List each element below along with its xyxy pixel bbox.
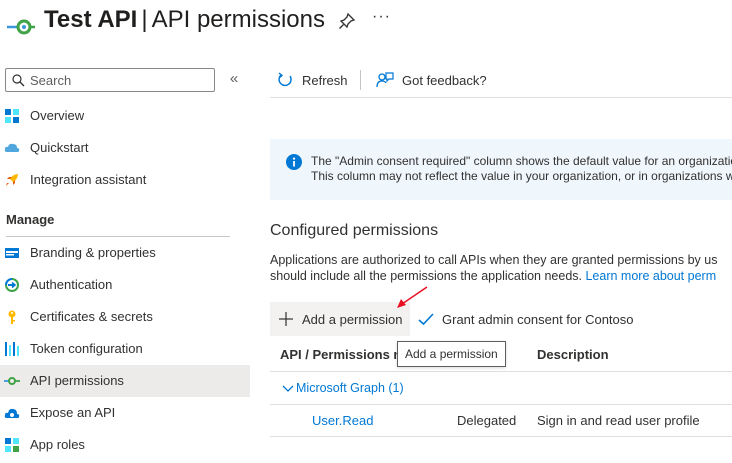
sidebar-item-label: Certificates & secrets (30, 309, 153, 324)
refresh-icon (278, 71, 292, 86)
key-icon (8, 310, 16, 324)
sidebar-item-branding[interactable]: Branding & properties (0, 237, 250, 269)
sidebar-search[interactable] (5, 68, 215, 92)
toolbar-separator (360, 70, 361, 90)
sidebar-item-label: App roles (30, 437, 85, 452)
refresh-label: Refresh (302, 72, 348, 88)
permission-group-toggle[interactable]: Microsoft Graph (1) (282, 381, 404, 395)
feedback-button[interactable]: Got feedback? (376, 68, 487, 92)
blade-name: API permissions (151, 6, 325, 33)
rocket-icon (6, 174, 18, 186)
more-options-icon[interactable]: ··· (372, 8, 391, 26)
info-banner-text: The "Admin consent required" column show… (311, 154, 732, 184)
sidebar-item-label: Authentication (30, 277, 113, 292)
column-header-name[interactable]: API / Permissions na (280, 347, 398, 362)
feedback-label: Got feedback? (402, 72, 487, 88)
cloud-icon (4, 408, 20, 418)
app-registration-icon (7, 19, 35, 35)
description-text: should include all the permissions the a… (270, 269, 582, 283)
pin-icon[interactable] (338, 12, 356, 30)
description-line: should include all the permissions the a… (270, 268, 732, 284)
red-arrow-annotation (397, 286, 428, 308)
sidebar-item-label: API permissions (30, 373, 124, 388)
info-banner: The "Admin consent required" column show… (270, 139, 732, 200)
sidebar-item-overview[interactable]: Overview (0, 100, 250, 132)
permission-name-link[interactable]: User.Read (312, 413, 373, 428)
add-permission-label: Add a permission (302, 312, 403, 327)
group-divider (270, 404, 732, 405)
permission-description: Sign in and read user profile (537, 413, 700, 428)
sidebar-item-integration-assistant[interactable]: Integration assistant (0, 164, 250, 196)
collapse-sidebar-button[interactable]: « (226, 70, 242, 88)
info-banner-line: The "Admin consent required" column show… (311, 154, 732, 168)
grant-admin-consent-label: Grant admin consent for Contoso (442, 312, 634, 327)
configured-permissions-heading: Configured permissions (270, 222, 439, 239)
permission-group-label: Microsoft Graph (1) (296, 381, 404, 395)
info-banner-line: This column may not reflect the value in… (311, 169, 732, 183)
overview-icon (5, 109, 19, 123)
api-permissions-icon (4, 377, 20, 385)
sidebar-item-certificates[interactable]: Certificates & secrets (0, 301, 250, 333)
sidebar-item-label: Integration assistant (30, 172, 147, 187)
quickstart-icon (4, 143, 20, 152)
add-permission-button[interactable]: Add a permission (270, 302, 410, 336)
sidebar-item-label: Overview (30, 108, 85, 123)
permission-type: Delegated (457, 413, 517, 428)
configured-permissions-description: Applications are authorized to call APIs… (270, 252, 732, 284)
refresh-button[interactable]: Refresh (277, 68, 348, 92)
page-title: Test API | API permissions (44, 6, 325, 34)
grant-admin-consent-button[interactable]: Grant admin consent for Contoso (416, 302, 656, 336)
description-line: Applications are authorized to call APIs… (270, 253, 718, 267)
title-separator: | (141, 6, 148, 33)
sidebar-item-label: Branding & properties (30, 245, 156, 260)
learn-more-link[interactable]: Learn more about perm (585, 269, 716, 283)
search-icon (12, 74, 25, 87)
sidebar-item-app-roles[interactable]: App roles (0, 429, 250, 461)
plus-icon (279, 312, 293, 326)
app-name: Test API (44, 6, 138, 33)
feedback-icon (376, 72, 394, 88)
sidebar-item-expose-an-api[interactable]: Expose an API (0, 397, 250, 429)
column-header-description[interactable]: Description (537, 347, 609, 362)
sidebar-item-token-configuration[interactable]: Token configuration (0, 333, 250, 365)
sidebar-item-authentication[interactable]: Authentication (0, 269, 250, 301)
sidebar-item-label: Quickstart (30, 140, 89, 155)
manage-section-label: Manage (6, 212, 55, 227)
checkmark-icon (418, 313, 434, 326)
sidebar-item-quickstart[interactable]: Quickstart (0, 132, 250, 164)
chevron-down-icon (282, 385, 294, 392)
branding-icon (5, 248, 19, 258)
authentication-icon (5, 278, 19, 292)
toolbar-divider (270, 97, 732, 98)
search-input[interactable] (30, 71, 210, 89)
token-icon (5, 342, 19, 356)
info-icon (286, 154, 302, 170)
table-row-divider (270, 436, 732, 437)
add-permission-tooltip: Add a permission (397, 341, 506, 367)
app-roles-icon (5, 438, 19, 452)
sidebar-item-label: Expose an API (30, 405, 116, 420)
sidebar-item-label: Token configuration (30, 341, 143, 356)
table-header-divider (270, 371, 732, 372)
sidebar-item-api-permissions[interactable]: API permissions (0, 365, 250, 397)
